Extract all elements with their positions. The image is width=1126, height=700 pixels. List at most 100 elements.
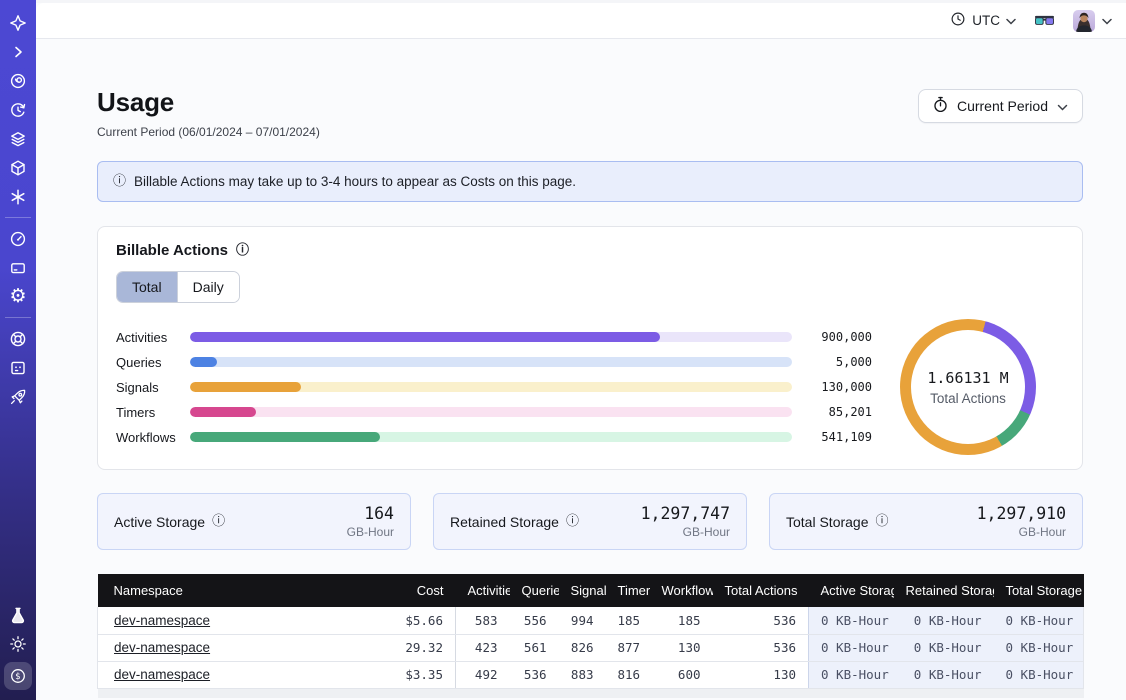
expand-chevron-icon[interactable] <box>0 37 36 66</box>
info-banner: ⓘ Billable Actions may take up to 3-4 ho… <box>97 161 1083 202</box>
current-period-subtitle: Current Period (06/01/2024 – 07/01/2024) <box>97 125 320 139</box>
table-cell: 0 KB-Hour <box>894 607 994 634</box>
svg-text:$: $ <box>15 672 20 682</box>
bar-track <box>190 382 792 392</box>
table-cell: 0 KB-Hour <box>994 661 1084 688</box>
table-cell: 994 <box>559 607 606 634</box>
usage-gauge-icon[interactable] <box>0 224 36 253</box>
donut-ring: 1.66131 M Total Actions <box>900 319 1036 455</box>
bar-label: Signals <box>116 380 190 395</box>
table-cell: $3.35 <box>348 661 456 688</box>
settings-gear-icon[interactable]: ⚙ <box>0 282 36 311</box>
retained-storage-card: Retained Storage ⓘ 1,297,747 GB-Hour <box>433 493 747 550</box>
active-storage-card: Active Storageⓘ 164GB-Hour <box>97 493 411 550</box>
bar-track <box>190 432 792 442</box>
table-cell: 0 KB-Hour <box>994 634 1084 661</box>
table-cell: 130 <box>713 661 809 688</box>
table-cell: $5.66 <box>348 607 456 634</box>
column-header: Queries <box>510 574 559 607</box>
table-cell: 0 KB-Hour <box>894 634 994 661</box>
storage-card-value: 164 <box>347 504 394 523</box>
storage-card-unit: GB-Hour <box>641 525 730 539</box>
page-title: Usage <box>97 87 320 118</box>
timezone-selector[interactable]: UTC <box>950 11 1016 30</box>
bar-row: Signals130,000 <box>116 375 872 400</box>
stopwatch-icon <box>933 96 948 116</box>
namespace-cell: dev-namespace <box>98 661 348 688</box>
info-icon[interactable]: ⓘ <box>876 515 889 528</box>
layers-icon[interactable] <box>0 124 36 153</box>
billable-bar-chart: Activities900,000Queries5,000Signals130,… <box>116 325 872 450</box>
tab-total[interactable]: Total <box>117 272 177 302</box>
storage-summary-row: Active Storage ⓘ 164 GB-Hour Retained Stor… <box>97 493 1083 550</box>
table-cell: 423 <box>456 634 510 661</box>
namespace-table: NamespaceCostActivitiesQueriesSignalsTim… <box>97 574 1084 698</box>
table-cell: 556 <box>510 607 559 634</box>
bar-value: 85,201 <box>792 405 872 419</box>
bar-value: 900,000 <box>792 330 872 344</box>
view-tabs: Total Daily <box>116 271 240 303</box>
table-header-row: NamespaceCostActivitiesQueriesSignalsTim… <box>98 574 1084 607</box>
namespace-link[interactable]: dev-namespace <box>114 640 210 655</box>
info-icon[interactable]: ⓘ <box>212 515 225 528</box>
namespaces-icon[interactable] <box>0 66 36 95</box>
bar-row: Workflows 541,109 <box>116 425 872 450</box>
namespace-link[interactable]: dev-namespace <box>114 667 210 682</box>
bar-label: Activities <box>116 330 190 345</box>
theme-sun-icon[interactable] <box>0 629 36 658</box>
bar-fill <box>190 407 256 417</box>
spend-coin-button[interactable]: $ <box>4 662 32 690</box>
deployments-cube-icon[interactable] <box>0 153 36 182</box>
support-lifebuoy-icon[interactable] <box>0 324 36 353</box>
column-header: Timers <box>606 574 650 607</box>
info-icon[interactable]: ⓘ <box>566 515 579 528</box>
table-cell: 0 KB-Hour <box>994 607 1084 634</box>
total-storage-card: Total Storageⓘ 1,297,910GB-Hour <box>769 493 1083 550</box>
feedback-monitor-icon[interactable] <box>0 353 36 382</box>
storage-card-value: 1,297,747 <box>641 504 730 523</box>
billing-card-icon[interactable] <box>0 253 36 282</box>
clock-icon <box>950 11 966 30</box>
bar-label: Workflows <box>116 430 190 445</box>
table-cell: 0 KB-Hour <box>809 661 894 688</box>
chevron-down-icon <box>1006 13 1016 28</box>
info-icon[interactable]: ⓘ <box>236 244 249 257</box>
column-header: Total Actions <box>713 574 809 607</box>
labs-flask-icon[interactable] <box>0 600 36 629</box>
info-banner-text: Billable Actions may take up to 3-4 hour… <box>134 174 576 189</box>
timezone-label: UTC <box>972 13 1000 28</box>
table-cell: 0 KB-Hour <box>894 661 994 688</box>
sidebar-divider <box>5 217 31 218</box>
table-cell: 883 <box>559 661 606 688</box>
user-menu[interactable] <box>1073 10 1112 32</box>
bar-track <box>190 332 792 342</box>
tab-daily[interactable]: Daily <box>177 272 239 302</box>
bar-fill <box>190 357 217 367</box>
bar-fill <box>190 432 380 442</box>
bar-value: 541,109 <box>792 430 872 444</box>
bar-fill <box>190 382 301 392</box>
total-actions-donut: 1.66131 M Total Actions <box>872 319 1064 455</box>
app-root: ⚙ $ UTC <box>0 0 1126 700</box>
table-row: dev-namespace$5.665835569941851855360 KB… <box>98 607 1084 634</box>
temporal-logo-icon[interactable] <box>0 8 36 37</box>
nexus-asterisk-icon[interactable] <box>0 182 36 211</box>
feedback-glasses-icon[interactable] <box>1034 14 1055 28</box>
column-header: Active Storage <box>809 574 894 607</box>
storage-card-label: Retained Storage <box>450 514 559 530</box>
topbar: UTC <box>36 3 1126 39</box>
column-header: Workflows <box>650 574 713 607</box>
schedules-icon[interactable] <box>0 95 36 124</box>
getting-started-rocket-icon[interactable] <box>0 382 36 411</box>
namespace-link[interactable]: dev-namespace <box>114 613 210 628</box>
storage-card-label: Active Storage <box>114 514 205 530</box>
bar-row: Activities 900,000 <box>116 325 872 350</box>
period-selector[interactable]: Current Period <box>918 89 1083 123</box>
table-cell: 816 <box>606 661 650 688</box>
period-selector-label: Current Period <box>957 98 1048 114</box>
billable-actions-title: Billable Actions <box>116 242 228 259</box>
storage-card-value: 1,297,910 <box>977 504 1066 523</box>
table-cell: 185 <box>650 607 713 634</box>
table-cell: 492 <box>456 661 510 688</box>
bar-label: Timers <box>116 405 190 420</box>
